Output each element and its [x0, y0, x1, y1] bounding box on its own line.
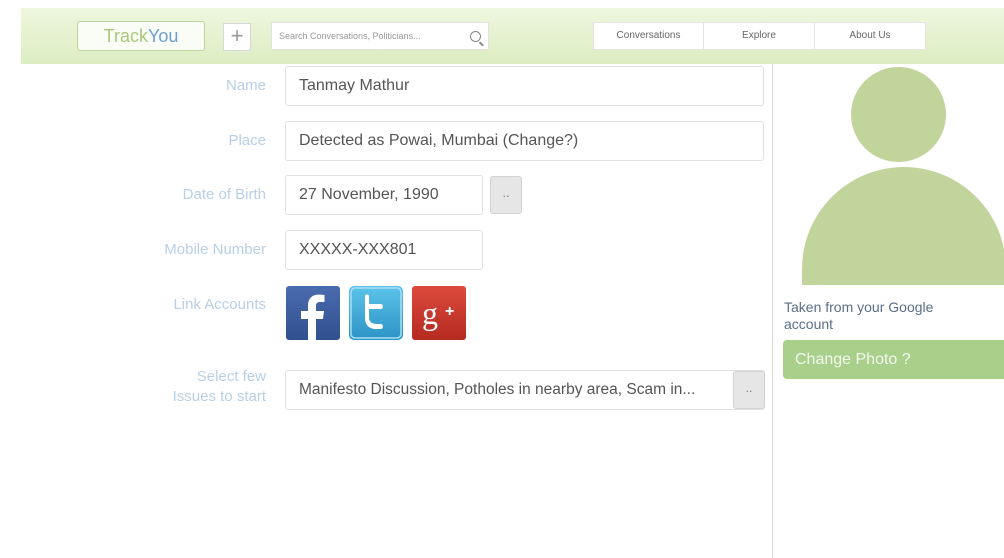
nav-conversations[interactable]: Conversations — [593, 22, 704, 50]
google-plus-button[interactable]: g + — [412, 286, 466, 340]
panel-divider — [772, 64, 773, 558]
issues-field[interactable]: Manifesto Discussion, Potholes in nearby… — [285, 370, 765, 410]
svg-text:g: g — [422, 295, 438, 331]
logo-text-you: You — [147, 26, 179, 46]
google-plus-icon: g + — [412, 286, 466, 340]
logo-text-track: Track — [103, 26, 148, 46]
place-label: Place — [228, 132, 266, 149]
search-input[interactable] — [279, 28, 459, 44]
name-label: Name — [225, 77, 266, 94]
nav-explore[interactable]: Explore — [704, 22, 815, 50]
dob-picker-button[interactable]: .. — [490, 176, 522, 214]
svg-text:+: + — [445, 303, 454, 320]
issues-label-line2: Issues to start — [172, 388, 266, 405]
place-field[interactable]: Detected as Powai, Mumbai (Change?) — [285, 121, 764, 161]
mobile-label: Mobile Number — [164, 241, 266, 258]
avatar-body — [802, 167, 1004, 285]
issues-label-line1: Select few — [196, 368, 266, 385]
nav-about-us[interactable]: About Us — [815, 22, 926, 50]
twitter-icon — [349, 286, 403, 340]
issues-select-button[interactable]: .. — [733, 371, 765, 409]
mobile-field[interactable]: XXXXX-XXX801 — [285, 230, 483, 270]
facebook-button[interactable] — [286, 286, 340, 340]
logo[interactable]: TrackYou — [77, 21, 205, 51]
twitter-button[interactable] — [349, 286, 403, 340]
photo-source-note: Taken from your Google account — [784, 299, 934, 332]
change-photo-button[interactable]: Change Photo ? — [783, 340, 1004, 379]
avatar-head — [851, 67, 946, 162]
search-icon[interactable] — [470, 31, 481, 42]
dob-label: Date of Birth — [182, 186, 266, 203]
main-nav: Conversations Explore About Us — [593, 22, 926, 50]
add-button[interactable]: + — [223, 23, 251, 51]
dob-field[interactable]: 27 November, 1990 — [285, 175, 483, 215]
name-field[interactable]: Tanmay Mathur — [285, 66, 764, 106]
facebook-icon — [286, 286, 340, 340]
link-accounts-label: Link Accounts — [173, 296, 266, 313]
search-box[interactable] — [271, 22, 489, 50]
